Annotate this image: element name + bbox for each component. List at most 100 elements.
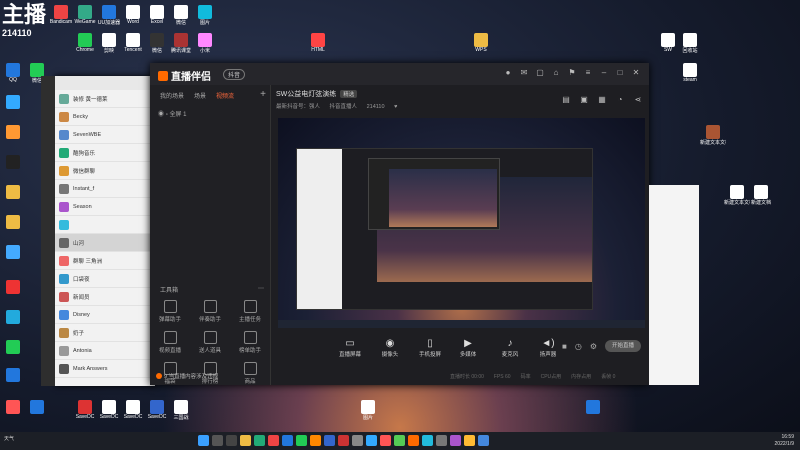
- desktop-icon[interactable]: Bandicam: [48, 5, 74, 25]
- tool-item[interactable]: 伴奏助手: [190, 300, 230, 323]
- cart-icon[interactable]: ▦: [597, 95, 607, 105]
- desktop-icon[interactable]: [0, 125, 26, 139]
- speaker-button[interactable]: ◄) 扬声器: [530, 338, 566, 358]
- list-item[interactable]: 酷狗音乐: [55, 144, 155, 162]
- close-icon[interactable]: ✕: [631, 68, 641, 78]
- desktop-icon[interactable]: 新建文本文档: [700, 125, 726, 146]
- shirt-icon[interactable]: ⌂: [551, 68, 561, 78]
- maximize-icon[interactable]: □: [615, 68, 625, 78]
- settings-icon[interactable]: ⚙: [590, 342, 597, 351]
- list-item[interactable]: 装修 黄一德莱: [55, 90, 155, 108]
- live-companion-icon[interactable]: [408, 435, 419, 446]
- list-item[interactable]: Antonia: [55, 342, 155, 360]
- record-icon[interactable]: ■: [562, 342, 567, 351]
- app-icon[interactable]: [380, 435, 391, 446]
- desktop-icon[interactable]: 微信: [144, 33, 170, 54]
- chat-search-bar[interactable]: [55, 76, 155, 90]
- desktop-icon[interactable]: HTML: [305, 33, 331, 53]
- weather-widget[interactable]: 天气: [4, 435, 14, 442]
- desktop-icon[interactable]: 腾讯课堂: [168, 33, 194, 54]
- desktop-icon[interactable]: SaveDC: [120, 400, 146, 420]
- list-item[interactable]: Season: [55, 198, 155, 216]
- desktop-icon[interactable]: [0, 400, 26, 414]
- list-item[interactable]: Becky: [55, 108, 155, 126]
- app-icon[interactable]: [436, 435, 447, 446]
- tool-item[interactable]: 商品: [230, 362, 270, 385]
- desktop-icon[interactable]: steam: [677, 63, 703, 83]
- task-view-icon[interactable]: [226, 435, 237, 446]
- desktop-icon[interactable]: [580, 400, 606, 414]
- minimize-icon[interactable]: –: [599, 68, 609, 78]
- background-window[interactable]: [649, 185, 699, 385]
- platform-pill[interactable]: 抖音: [223, 69, 246, 80]
- app-icon[interactable]: [464, 435, 475, 446]
- list-item[interactable]: Mark Answers: [55, 360, 155, 378]
- tool-item[interactable]: 送人道具: [190, 331, 230, 354]
- app-icon[interactable]: [394, 435, 405, 446]
- desktop-icon[interactable]: [24, 400, 50, 414]
- tool-item[interactable]: 视频直播: [150, 331, 190, 354]
- desktop-icon[interactable]: WPS: [468, 33, 494, 53]
- mail-icon[interactable]: ✉: [519, 68, 529, 78]
- phone-cast-button[interactable]: ▯ 手机投屏: [412, 338, 448, 358]
- tool-item[interactable]: 弹幕助手: [150, 300, 190, 323]
- edge-icon[interactable]: [254, 435, 265, 446]
- app-icon[interactable]: [310, 435, 321, 446]
- tool-item[interactable]: 榜单助手: [230, 331, 270, 354]
- bell-icon[interactable]: ◔: [615, 95, 625, 105]
- app-icon[interactable]: [338, 435, 349, 446]
- desktop-icon[interactable]: Chrome: [72, 33, 98, 53]
- live-companion-window[interactable]: 直播伴侣 抖音 ● ✉ ▢ ⌂ ⚑ ≡ – □ ✕ 我的场景 场景 视频流 + …: [150, 63, 649, 385]
- start-live-button[interactable]: 开始直播: [605, 340, 641, 352]
- list-item[interactable]: SevenWBE: [55, 126, 155, 144]
- camera-button[interactable]: ◉ 摄像头: [372, 338, 408, 358]
- list-item[interactable]: 口袋夜: [55, 270, 155, 288]
- list-item[interactable]: 奶子: [55, 324, 155, 342]
- clock-icon[interactable]: ◷: [575, 342, 582, 351]
- clock[interactable]: 16:59 2022/1/9: [775, 434, 794, 448]
- desktop-icon[interactable]: [0, 368, 26, 382]
- list-item[interactable]: 群聊 三角洲: [55, 252, 155, 270]
- footer-tip[interactable]: 9 当直播内容涉及违规: [156, 372, 218, 380]
- desktop-icon[interactable]: 微信: [168, 5, 194, 26]
- list-item[interactable]: Instant_f: [55, 180, 155, 198]
- message-icon[interactable]: ▢: [535, 68, 545, 78]
- tab-my-scenes[interactable]: 我的场景: [160, 91, 184, 100]
- list-item[interactable]: 山河: [55, 234, 155, 252]
- tab-scenes[interactable]: 场景: [194, 91, 206, 100]
- desktop-icon[interactable]: 剪映: [96, 33, 122, 54]
- app-icon[interactable]: [366, 435, 377, 446]
- search-icon[interactable]: [212, 435, 223, 446]
- desktop-icon[interactable]: UU加速器: [96, 5, 122, 26]
- desktop-icon[interactable]: Word: [120, 5, 146, 25]
- chat-window[interactable]: 装修 黄一德莱 Becky SevenWBE 酷狗音乐 微信群聊 Instant…: [41, 76, 155, 386]
- share-icon[interactable]: ⋖: [633, 95, 643, 105]
- avatar-icon[interactable]: ●: [503, 68, 513, 78]
- tab-video-stream[interactable]: 视频流: [216, 91, 234, 100]
- wechat-icon[interactable]: [296, 435, 307, 446]
- desktop-icon[interactable]: QQ: [0, 63, 26, 83]
- room-tag[interactable]: 精选: [340, 90, 358, 98]
- desktop-icon[interactable]: WeGame: [72, 5, 98, 25]
- scene-item[interactable]: ◉ ▫ 全屏 1: [158, 109, 187, 118]
- add-scene-icon[interactable]: +: [260, 89, 266, 100]
- desktop-icon[interactable]: 小米: [192, 33, 218, 54]
- desktop-icon[interactable]: SaveDC: [96, 400, 122, 420]
- app-icon[interactable]: [422, 435, 433, 446]
- desktop-icon[interactable]: 图片: [192, 5, 218, 26]
- bag-icon[interactable]: ▤: [561, 95, 571, 105]
- desktop-icon[interactable]: 三国战: [168, 400, 194, 421]
- desktop-icon[interactable]: [0, 310, 26, 324]
- tool-item[interactable]: 主播任务: [230, 300, 270, 323]
- desktop-icon[interactable]: [0, 155, 26, 169]
- desktop-icon[interactable]: 新建文档: [748, 185, 774, 206]
- flag-icon[interactable]: ⚑: [567, 68, 577, 78]
- screen-capture-button[interactable]: ▭ 直播屏幕: [332, 338, 368, 358]
- start-icon[interactable]: [198, 435, 209, 446]
- folder-icon[interactable]: [240, 435, 251, 446]
- desktop-icon[interactable]: [0, 245, 26, 259]
- desktop-icon[interactable]: [0, 185, 26, 199]
- desktop-icon[interactable]: Tencent: [120, 33, 146, 53]
- desktop-icon[interactable]: SaveDC: [144, 400, 170, 420]
- desktop-icon[interactable]: 回收站: [677, 33, 703, 54]
